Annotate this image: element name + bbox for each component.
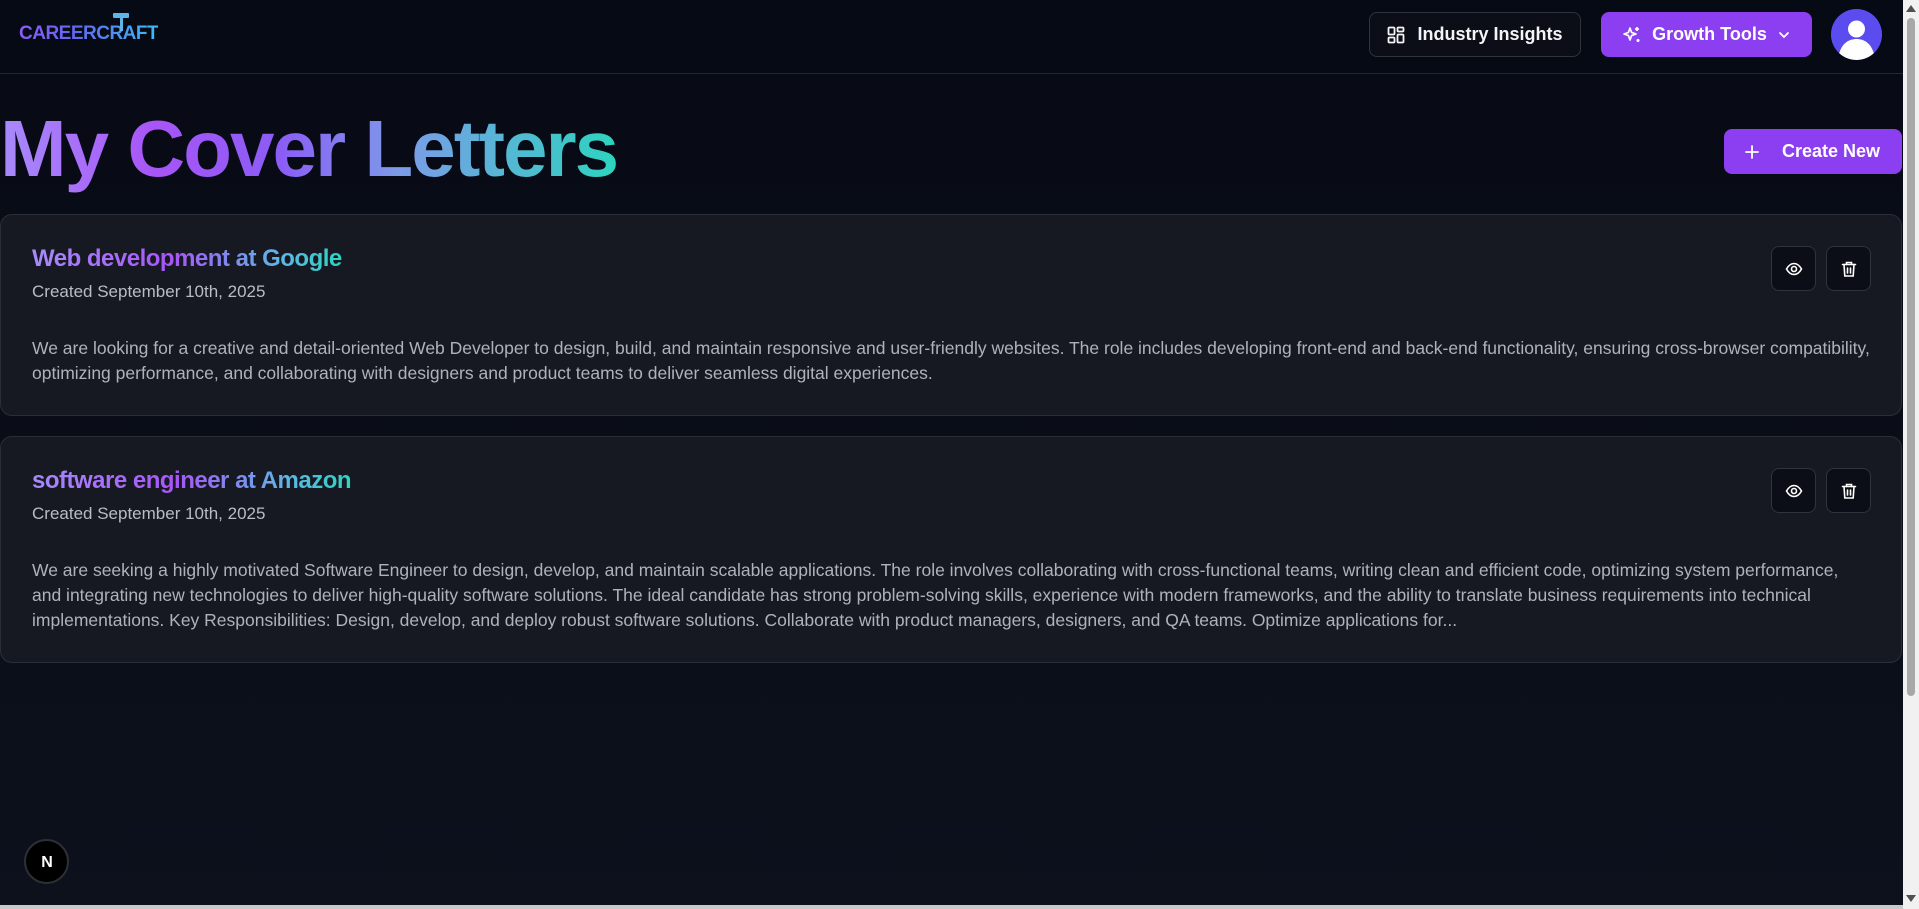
svg-text:N: N bbox=[41, 854, 53, 871]
chevron-down-icon bbox=[1778, 31, 1789, 38]
cover-letter-description: We are looking for a creative and detail… bbox=[32, 338, 1870, 383]
trash-icon bbox=[1841, 261, 1856, 277]
bottom-edge bbox=[0, 905, 1903, 909]
cover-letter-date: Created September 10th, 2025 bbox=[32, 504, 266, 523]
cover-letter-title[interactable]: Web development at Google bbox=[32, 245, 342, 273]
logo-text: CAREERCRAFT bbox=[19, 23, 159, 44]
delete-button[interactable] bbox=[1826, 468, 1871, 513]
trash-icon bbox=[1841, 483, 1856, 499]
industry-insights-button[interactable]: Industry Insights bbox=[1369, 12, 1581, 57]
cover-letter-description: We are seeking a highly motivated Softwa… bbox=[32, 560, 1839, 630]
user-avatar[interactable] bbox=[1831, 9, 1882, 60]
hammer-icon bbox=[113, 13, 129, 31]
create-new-button[interactable]: Create New bbox=[1724, 129, 1902, 174]
cover-letter-card[interactable]: software engineer at Amazon Created Sept… bbox=[0, 436, 1902, 663]
growth-tools-label: Growth Tools bbox=[1652, 24, 1767, 44]
scrollbar-thumb[interactable] bbox=[1907, 18, 1915, 696]
cover-letter-title[interactable]: software engineer at Amazon bbox=[32, 467, 352, 495]
cover-letter-card[interactable]: Web development at Google Created Septem… bbox=[0, 214, 1902, 416]
vertical-scrollbar[interactable] bbox=[1903, 0, 1919, 909]
view-button[interactable] bbox=[1771, 246, 1816, 291]
create-new-label: Create New bbox=[1782, 141, 1881, 161]
eye-icon bbox=[1785, 484, 1802, 497]
nextjs-dev-badge[interactable]: N bbox=[24, 839, 69, 884]
sparkles-icon bbox=[1623, 26, 1640, 42]
layout-grid-icon bbox=[1388, 26, 1405, 43]
view-button[interactable] bbox=[1771, 468, 1816, 513]
industry-insights-label: Industry Insights bbox=[1417, 24, 1563, 44]
growth-tools-button[interactable]: Growth Tools bbox=[1601, 12, 1812, 57]
n-logo-icon: N bbox=[41, 854, 53, 871]
user-avatar-icon bbox=[1831, 9, 1882, 60]
scroll-down-arrow[interactable] bbox=[1906, 895, 1916, 902]
scroll-up-arrow[interactable] bbox=[1906, 5, 1916, 12]
careercraft-logo[interactable]: CAREERCRAFT bbox=[19, 13, 159, 54]
cover-letter-date: Created September 10th, 2025 bbox=[32, 282, 266, 301]
page-title: My Cover Letters bbox=[0, 104, 619, 193]
eye-icon bbox=[1785, 262, 1802, 275]
delete-button[interactable] bbox=[1826, 246, 1871, 291]
top-navbar: CAREERCRAFT Industry Insights Growth Too… bbox=[0, 0, 1903, 74]
plus-icon bbox=[1745, 144, 1759, 159]
